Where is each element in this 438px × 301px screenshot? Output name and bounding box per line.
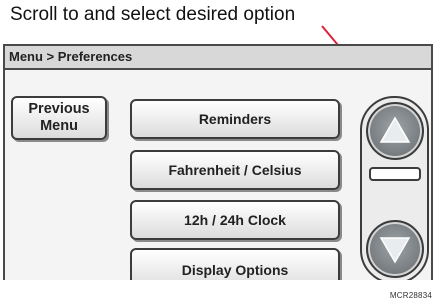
reminders-button[interactable]: Reminders (130, 99, 340, 139)
thermostat-screen: Menu > Preferences Previous Menu Reminde… (3, 44, 433, 280)
breadcrumb-bar: Menu > Preferences (5, 46, 431, 70)
down-arrow-icon (379, 237, 411, 264)
breadcrumb: Menu > Preferences (9, 49, 133, 64)
figure-code: MCR28834 (389, 291, 432, 300)
up-arrow-icon (379, 116, 411, 143)
scroll-down-button[interactable] (366, 220, 424, 278)
scroll-up-button[interactable] (366, 102, 424, 160)
fahrenheit-celsius-button[interactable]: Fahrenheit / Celsius (130, 150, 340, 190)
previous-menu-button[interactable]: Previous Menu (11, 96, 107, 140)
clock-format-button[interactable]: 12h / 24h Clock (130, 200, 340, 240)
previous-menu-label: Previous Menu (28, 101, 90, 134)
scroll-thumb[interactable] (369, 167, 421, 181)
display-options-button[interactable]: Display Options (130, 248, 340, 280)
scrollbar[interactable] (360, 96, 429, 280)
